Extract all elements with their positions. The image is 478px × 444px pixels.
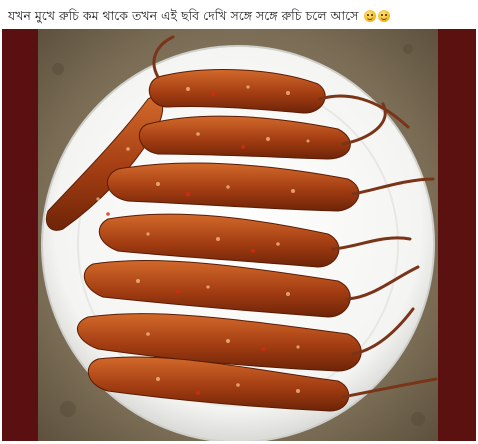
post-image[interactable] bbox=[2, 29, 476, 441]
post-caption: যখন মুখে রুচি কম থাকে তখন এই ছবি দেখি সঙ… bbox=[8, 6, 470, 26]
smiling-face-icon bbox=[364, 10, 377, 22]
tamarind-pickle-photo bbox=[38, 29, 438, 441]
post-card: যখন মুখে রুচি কম থাকে তখন এই ছবি দেখি সঙ… bbox=[0, 0, 478, 444]
smiling-face-icon bbox=[378, 10, 391, 22]
caption-text: যখন মুখে রুচি কম থাকে তখন এই ছবি দেখি সঙ… bbox=[8, 8, 359, 23]
frame-border bbox=[438, 29, 476, 441]
